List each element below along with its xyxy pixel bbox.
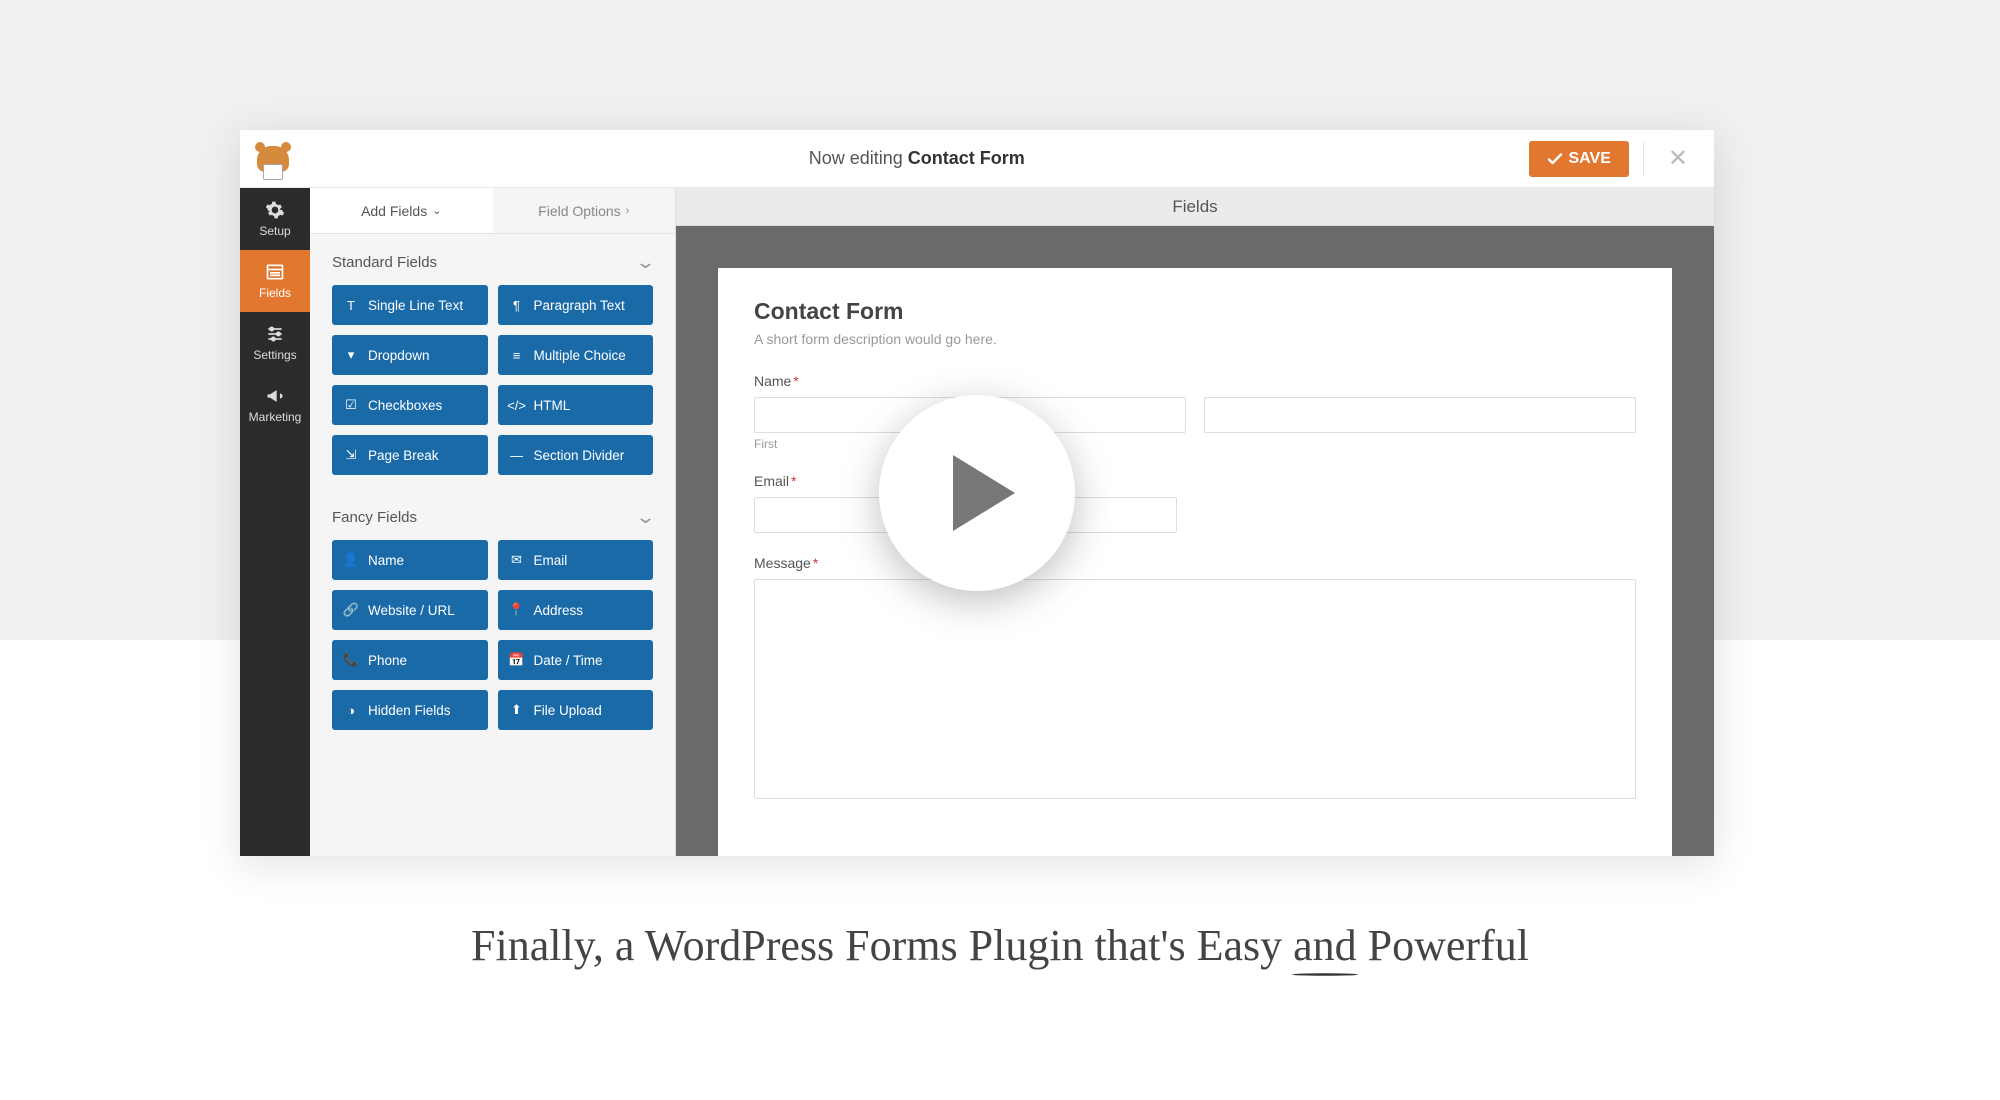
save-button-label: SAVE	[1569, 150, 1611, 168]
label-message: Message*	[754, 555, 1636, 571]
sidebar: Setup Fields Settings	[240, 188, 310, 856]
field-hidden[interactable]: ◑Hidden Fields	[332, 690, 488, 730]
hero-tagline: Finally, a WordPress Forms Plugin that's…	[0, 920, 2000, 971]
field-multiple-choice[interactable]: ≡Multiple Choice	[498, 335, 654, 375]
sidebar-item-label: Fields	[259, 286, 291, 300]
pagebreak-icon: ⇲	[344, 447, 358, 463]
form-field-message[interactable]: Message*	[754, 555, 1636, 804]
chevron-down-icon: ⌄	[432, 204, 441, 217]
pin-icon: 📍	[510, 602, 524, 618]
tab-label: Add Fields	[361, 203, 427, 219]
sidebar-item-settings[interactable]: Settings	[240, 312, 310, 374]
field-page-break[interactable]: ⇲Page Break	[332, 435, 488, 475]
tab-add-fields[interactable]: Add Fields ⌄	[310, 188, 493, 233]
field-name[interactable]: 👤Name	[332, 540, 488, 580]
save-button[interactable]: SAVE	[1529, 141, 1629, 177]
check-icon	[1547, 151, 1563, 167]
user-icon: 👤	[344, 552, 358, 568]
sidebar-item-label: Setup	[259, 224, 290, 238]
field-address[interactable]: 📍Address	[498, 590, 654, 630]
text-icon: T	[344, 298, 358, 313]
group-title: Standard Fields	[332, 254, 437, 271]
field-paragraph-text[interactable]: ¶Paragraph Text	[498, 285, 654, 325]
mail-icon: ✉	[510, 552, 524, 568]
app-window: Now editing Contact Form SAVE ✕	[240, 130, 1714, 856]
chevron-down-icon: ⌄	[635, 507, 656, 528]
field-website[interactable]: 🔗Website / URL	[332, 590, 488, 630]
field-single-line-text[interactable]: TSingle Line Text	[332, 285, 488, 325]
chevron-right-icon: ›	[626, 205, 630, 217]
sliders-icon	[265, 324, 285, 344]
code-icon: </>	[510, 398, 524, 413]
tab-label: Field Options	[538, 203, 620, 219]
fields-panel: Add Fields ⌄ Field Options › Standard Fi…	[310, 188, 676, 856]
form-title: Contact Form	[754, 298, 1636, 325]
link-icon: 🔗	[344, 602, 358, 618]
divider-icon: —	[510, 448, 524, 463]
form-icon	[265, 262, 285, 282]
sidebar-item-marketing[interactable]: Marketing	[240, 374, 310, 436]
sublabel-first: First	[754, 437, 1636, 451]
checkbox-icon: ☑	[344, 397, 358, 413]
close-icon[interactable]: ✕	[1658, 144, 1698, 173]
input-last-name[interactable]	[1204, 397, 1636, 433]
group-title: Fancy Fields	[332, 509, 417, 526]
label-name: Name*	[754, 373, 1636, 389]
preview-area: Fields Contact Form A short form descrip…	[676, 188, 1714, 856]
play-icon	[953, 455, 1015, 531]
tab-field-options[interactable]: Field Options ›	[493, 188, 676, 233]
chevron-down-icon: ⌄	[635, 252, 656, 273]
field-section-divider[interactable]: —Section Divider	[498, 435, 654, 475]
field-html[interactable]: </>HTML	[498, 385, 654, 425]
sidebar-item-fields[interactable]: Fields	[240, 250, 310, 312]
now-editing-label: Now editing Contact Form	[305, 148, 1529, 169]
divider	[1643, 141, 1644, 177]
input-message[interactable]	[754, 579, 1636, 799]
topbar: Now editing Contact Form SAVE ✕	[240, 130, 1714, 188]
group-header-standard[interactable]: Standard Fields ⌄	[310, 234, 675, 285]
group-header-fancy[interactable]: Fancy Fields ⌄	[310, 489, 675, 540]
calendar-icon: 📅	[510, 652, 524, 668]
preview-header: Fields	[676, 188, 1714, 226]
app-logo	[240, 146, 305, 172]
field-file-upload[interactable]: ⬆File Upload	[498, 690, 654, 730]
dropdown-icon: ▾	[344, 347, 358, 363]
sidebar-item-label: Settings	[253, 348, 296, 362]
paragraph-icon: ¶	[510, 298, 524, 313]
field-phone[interactable]: 📞Phone	[332, 640, 488, 680]
play-video-button[interactable]	[879, 395, 1075, 591]
field-dropdown[interactable]: ▾Dropdown	[332, 335, 488, 375]
field-checkboxes[interactable]: ☑Checkboxes	[332, 385, 488, 425]
sidebar-item-label: Marketing	[249, 410, 302, 424]
field-datetime[interactable]: 📅Date / Time	[498, 640, 654, 680]
phone-icon: 📞	[344, 652, 358, 668]
field-email[interactable]: ✉Email	[498, 540, 654, 580]
upload-icon: ⬆	[510, 702, 524, 718]
sidebar-item-setup[interactable]: Setup	[240, 188, 310, 250]
gear-icon	[265, 200, 285, 220]
eye-off-icon: ◑	[344, 703, 358, 718]
form-field-name[interactable]: Name* First	[754, 373, 1636, 451]
list-icon: ≡	[510, 348, 524, 363]
form-description: A short form description would go here.	[754, 331, 1636, 347]
megaphone-icon	[265, 386, 285, 406]
